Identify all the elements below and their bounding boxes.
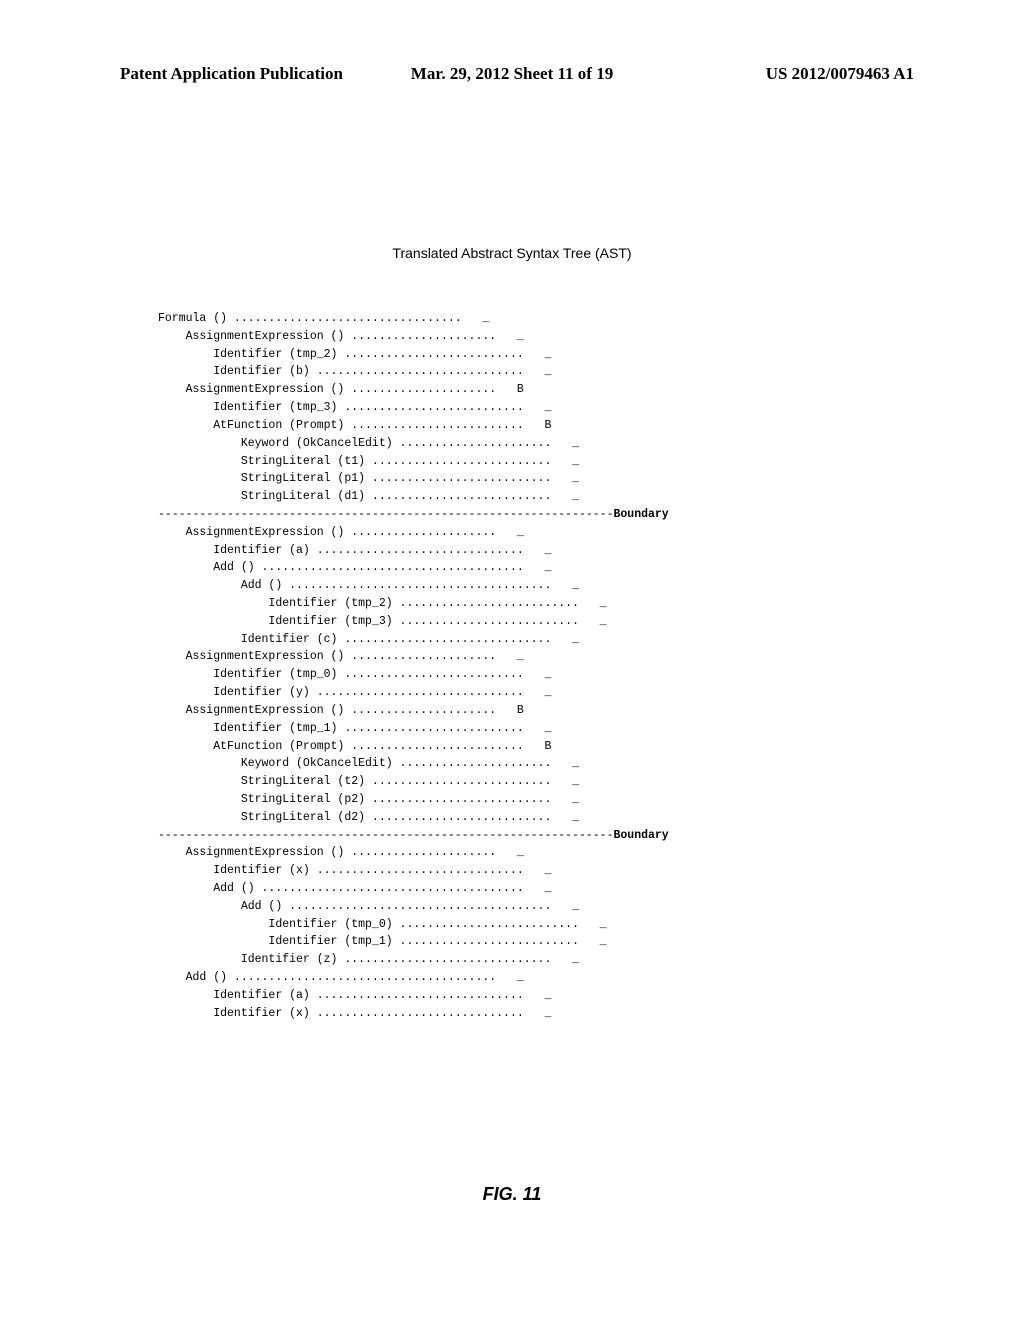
page-header: Patent Application Publication Mar. 29, … [0, 64, 1024, 84]
ast-line: StringLiteral (d2) .....................… [158, 809, 669, 827]
ast-line: Identifier (tmp_1) .....................… [158, 720, 669, 738]
ast-line: Identifier (a) .........................… [158, 987, 669, 1005]
ast-line: Identifier (y) .........................… [158, 684, 669, 702]
ast-line: AssignmentExpression () ................… [158, 702, 669, 720]
ast-line: Keyword (OkCancelEdit) .................… [158, 435, 669, 453]
boundary-label: Boundary [613, 508, 668, 521]
boundary-label: Boundary [613, 829, 668, 842]
ast-line: Keyword (OkCancelEdit) .................… [158, 755, 669, 773]
ast-line: Identifier (tmp_0) .....................… [158, 916, 669, 934]
header-right: US 2012/0079463 A1 [766, 64, 914, 84]
ast-line: Identifier (x) .........................… [158, 1005, 669, 1023]
ast-line: Add () .................................… [158, 898, 669, 916]
ast-line: StringLiteral (d1) .....................… [158, 488, 669, 506]
boundary-line: ----------------------------------------… [158, 506, 669, 524]
ast-line: Add () .................................… [158, 969, 669, 987]
figure-label: FIG. 11 [483, 1184, 542, 1205]
ast-line: AssignmentExpression () ................… [158, 648, 669, 666]
boundary-line: ----------------------------------------… [158, 827, 669, 845]
ast-line: Formula () .............................… [158, 310, 669, 328]
ast-line: Identifier (b) .........................… [158, 363, 669, 381]
ast-line: StringLiteral (t2) .....................… [158, 773, 669, 791]
ast-line: Identifier (tmp_0) .....................… [158, 666, 669, 684]
ast-line: AssignmentExpression () ................… [158, 328, 669, 346]
ast-line: Identifier (tmp_2) .....................… [158, 595, 669, 613]
ast-line: AssignmentExpression () ................… [158, 381, 669, 399]
header-left: Patent Application Publication [120, 64, 343, 84]
ast-line: Add () .................................… [158, 880, 669, 898]
ast-line: Identifier (tmp_3) .....................… [158, 613, 669, 631]
ast-line: AtFunction (Prompt) ....................… [158, 417, 669, 435]
ast-line: AssignmentExpression () ................… [158, 844, 669, 862]
ast-line: Identifier (tmp_1) .....................… [158, 933, 669, 951]
ast-line: Identifier (c) .........................… [158, 631, 669, 649]
ast-line: AtFunction (Prompt) ....................… [158, 738, 669, 756]
ast-line: Identifier (tmp_3) .....................… [158, 399, 669, 417]
ast-line: Add () .................................… [158, 577, 669, 595]
ast-line: Identifier (tmp_2) .....................… [158, 346, 669, 364]
header-center: Mar. 29, 2012 Sheet 11 of 19 [411, 64, 613, 84]
ast-line: AssignmentExpression () ................… [158, 524, 669, 542]
page-title: Translated Abstract Syntax Tree (AST) [392, 245, 631, 261]
ast-line: Add () .................................… [158, 559, 669, 577]
ast-line: Identifier (x) .........................… [158, 862, 669, 880]
ast-line: Identifier (a) .........................… [158, 542, 669, 560]
ast-tree: Formula () .............................… [158, 310, 669, 1023]
ast-line: Identifier (z) .........................… [158, 951, 669, 969]
ast-line: StringLiteral (p2) .....................… [158, 791, 669, 809]
ast-line: StringLiteral (t1) .....................… [158, 453, 669, 471]
ast-line: StringLiteral (p1) .....................… [158, 470, 669, 488]
